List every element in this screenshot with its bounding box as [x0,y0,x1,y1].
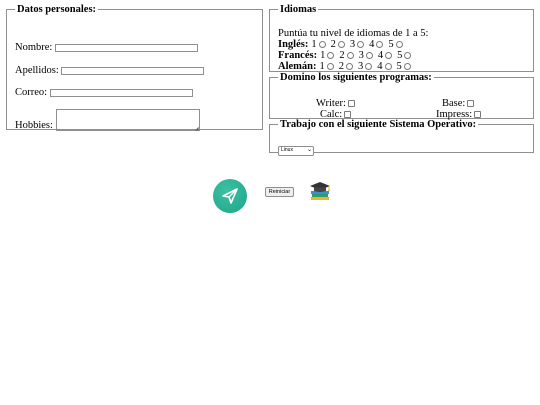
submit-button[interactable] [213,179,247,213]
level-radio[interactable] [327,52,335,60]
level-radio[interactable] [337,41,345,49]
personal-data-fieldset: Datos personales: Nombre: Apellidos: Cor… [6,4,263,132]
reset-button[interactable]: Reiniciar [265,187,294,197]
language-name: Francés: [278,50,318,61]
idiomas-legend: Idiomas [280,4,317,15]
writer-checkbox[interactable] [347,100,355,108]
nombre-label: Nombre: [15,42,53,53]
resize-handle-icon[interactable]: ◢ [195,126,199,132]
personal-data-legend: Datos personales: [17,4,97,15]
level-label: 2 [339,50,345,61]
language-name: Inglés: [278,39,309,50]
level-radio[interactable] [357,41,365,49]
level-radio[interactable] [404,52,412,60]
os-select[interactable]: Linux ⌄ [278,146,314,156]
level-label: 2 [338,61,344,72]
graduation-cap-books-icon [308,180,332,202]
send-icon [222,188,238,204]
writer-label: Writer: [316,98,346,109]
hobbies-textarea[interactable]: ◢ [55,109,200,132]
nombre-input[interactable] [54,43,198,52]
level-label: 3 [358,61,364,72]
level-radio[interactable] [346,63,353,71]
programas-fieldset: Domino los siguientes programas: Writer:… [269,72,534,120]
level-radio[interactable] [384,63,392,71]
level-radio[interactable] [365,52,373,60]
language-name: Alemán: [278,61,317,72]
level-radio[interactable] [365,63,373,71]
language-row: Francés: 1 2 3 4 5 [278,50,413,61]
impress-checkbox[interactable] [474,111,482,119]
level-label: 3 [349,39,356,50]
level-label: 4 [377,61,383,72]
level-radio[interactable] [346,52,354,60]
level-label: 5 [388,39,394,50]
level-radio[interactable] [326,63,334,71]
level-label: 4 [369,39,375,50]
apellidos-label: Apellidos: [15,65,59,76]
language-row: Alemán: 1 2 3 4 5 [278,61,413,72]
level-radio[interactable] [395,41,403,49]
level-label: 4 [377,50,384,61]
level-label: 2 [330,39,336,50]
hobbies-label: Hobbies: [15,120,53,131]
level-label: 1 [319,61,325,72]
idiomas-instruction: Puntúa tu nivel de idiomas de 1 a 5: [278,28,429,39]
level-label: 5 [396,61,402,72]
idiomas-fieldset: Idiomas Puntúa tu nivel de idiomas de 1 … [269,4,534,72]
sistema-legend: Trabajo con el siguiente Sistema Operati… [280,119,477,130]
level-label: 1 [320,50,326,61]
program-writer: Writer: [316,98,355,109]
level-label: 5 [397,50,403,61]
level-radio[interactable] [403,63,411,71]
base-checkbox[interactable] [467,100,475,108]
level-label: 3 [358,50,364,61]
calc-checkbox[interactable] [344,111,352,119]
base-label: Base: [442,98,466,109]
programas-legend: Domino los siguientes programas: [280,72,432,83]
os-select-value: Linux [281,147,293,153]
program-base: Base: [442,98,475,109]
correo-label: Correo: [15,87,48,98]
level-radio[interactable] [385,52,393,60]
chevron-down-icon: ⌄ [306,147,312,153]
correo-input[interactable] [49,88,193,97]
apellidos-input[interactable] [61,66,205,75]
level-label: 1 [311,39,317,50]
sistema-fieldset: Trabajo con el siguiente Sistema Operati… [269,119,534,156]
language-row: Inglés: 1 2 3 4 5 [278,39,405,50]
level-radio[interactable] [376,41,384,49]
level-radio[interactable] [318,41,326,49]
